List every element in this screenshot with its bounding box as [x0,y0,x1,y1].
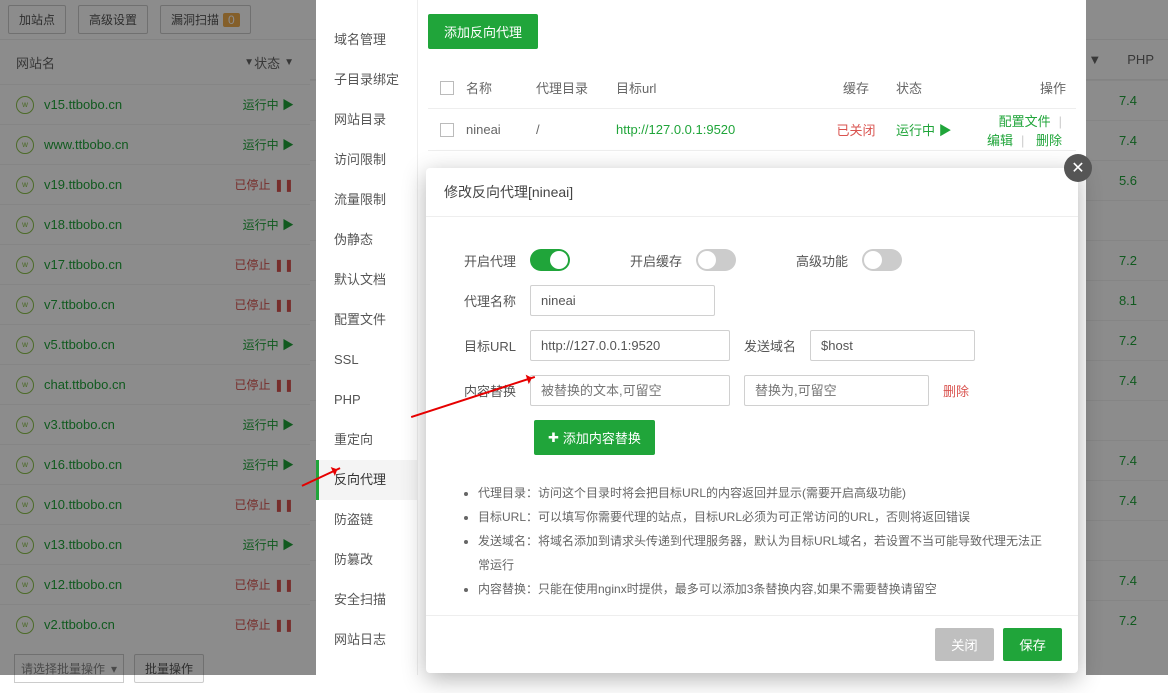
help-note: 发送域名：将域名添加到请求头传递到代理服务器，默认为目标URL域名，若设置不当可… [478,529,1044,577]
settings-tab[interactable]: 重定向 [316,420,417,460]
label-send-domain: 发送域名 [744,336,796,355]
settings-tab[interactable]: 防盗链 [316,500,417,540]
cell-url[interactable]: http://127.0.0.1:9520 [616,122,816,137]
replace-to-input[interactable] [744,375,929,406]
label-advanced-feature: 高级功能 [796,251,848,270]
settings-tab[interactable]: 网站日志 [316,620,417,660]
settings-tab[interactable]: 访问限制 [316,140,417,180]
settings-tab[interactable]: 流量限制 [316,180,417,220]
settings-tabs: 域名管理子目录绑定网站目录访问限制流量限制伪静态默认文档配置文件SSLPHP重定… [316,0,418,675]
settings-tab[interactable]: 默认文档 [316,260,417,300]
cell-status[interactable]: 运行中 ▶ [896,120,976,139]
th-cache: 缓存 [816,78,896,97]
settings-tab[interactable]: 安全扫描 [316,580,417,620]
label-enable-proxy: 开启代理 [454,251,516,270]
target-url-input[interactable] [530,330,730,361]
close-button[interactable]: 关闭 [935,628,994,661]
th-url: 目标url [616,78,816,97]
help-note: 代理目录：访问这个目录时将会把目标URL的内容返回并显示(需要开启高级功能) [478,481,1044,505]
plus-icon: ✚ [548,430,559,446]
close-icon[interactable]: ✕ [1064,154,1092,182]
save-button[interactable]: 保存 [1003,628,1062,661]
th-name: 名称 [466,78,536,97]
modal-title: 修改反向代理[nineai] [444,184,573,200]
settings-tab[interactable]: 防篡改 [316,540,417,580]
settings-tab[interactable]: 域名管理 [316,20,417,60]
delete-replace-link[interactable]: 删除 [943,381,969,400]
send-domain-input[interactable] [810,330,975,361]
settings-tab[interactable]: 网站目录 [316,100,417,140]
label-proxy-name: 代理名称 [454,291,516,310]
cell-name: nineai [466,122,536,137]
help-notes: 代理目录：访问这个目录时将会把目标URL的内容返回并显示(需要开启高级功能)目标… [454,469,1050,607]
th-status: 状态 [896,78,976,97]
cell-ops: 配置文件| 编辑| 删除 [976,111,1076,149]
settings-tab[interactable]: 伪静态 [316,220,417,260]
cell-cache: 已关闭 [816,120,896,139]
proxy-table-row[interactable]: nineai / http://127.0.0.1:9520 已关闭 运行中 ▶… [428,109,1076,151]
th-ops: 操作 [976,78,1076,97]
settings-tab[interactable]: 子目录绑定 [316,60,417,100]
settings-tab[interactable]: 配置文件 [316,300,417,340]
settings-tab[interactable]: PHP [316,380,417,420]
op-config[interactable]: 配置文件 [999,114,1051,129]
op-edit[interactable]: 编辑 [987,133,1013,148]
label-target-url: 目标URL [454,336,516,355]
help-note: 目标URL：可以填写你需要代理的站点，目标URL必须为可正常访问的URL，否则将… [478,505,1044,529]
add-content-replace-button[interactable]: ✚ 添加内容替换 [534,420,655,455]
toggle-enable-cache[interactable] [696,249,736,271]
checkbox-row[interactable] [440,123,454,137]
add-reverse-proxy-button[interactable]: 添加反向代理 [428,14,538,49]
toggle-advanced[interactable] [862,249,902,271]
checkbox-all[interactable] [440,81,454,95]
th-dir: 代理目录 [536,78,616,97]
op-delete[interactable]: 删除 [1036,133,1062,148]
label-enable-cache: 开启缓存 [630,251,682,270]
modify-proxy-modal: 修改反向代理[nineai] ✕ 开启代理 开启缓存 高级功能 代理名称 目标U… [426,168,1078,673]
proxy-name-input[interactable] [530,285,715,316]
help-note: 内容替换：只能在使用nginx时提供，最多可以添加3条替换内容,如果不需要替换请… [478,577,1044,601]
cell-dir: / [536,122,616,137]
replace-from-input[interactable] [530,375,730,406]
settings-tab[interactable]: SSL [316,340,417,380]
toggle-enable-proxy[interactable] [530,249,570,271]
